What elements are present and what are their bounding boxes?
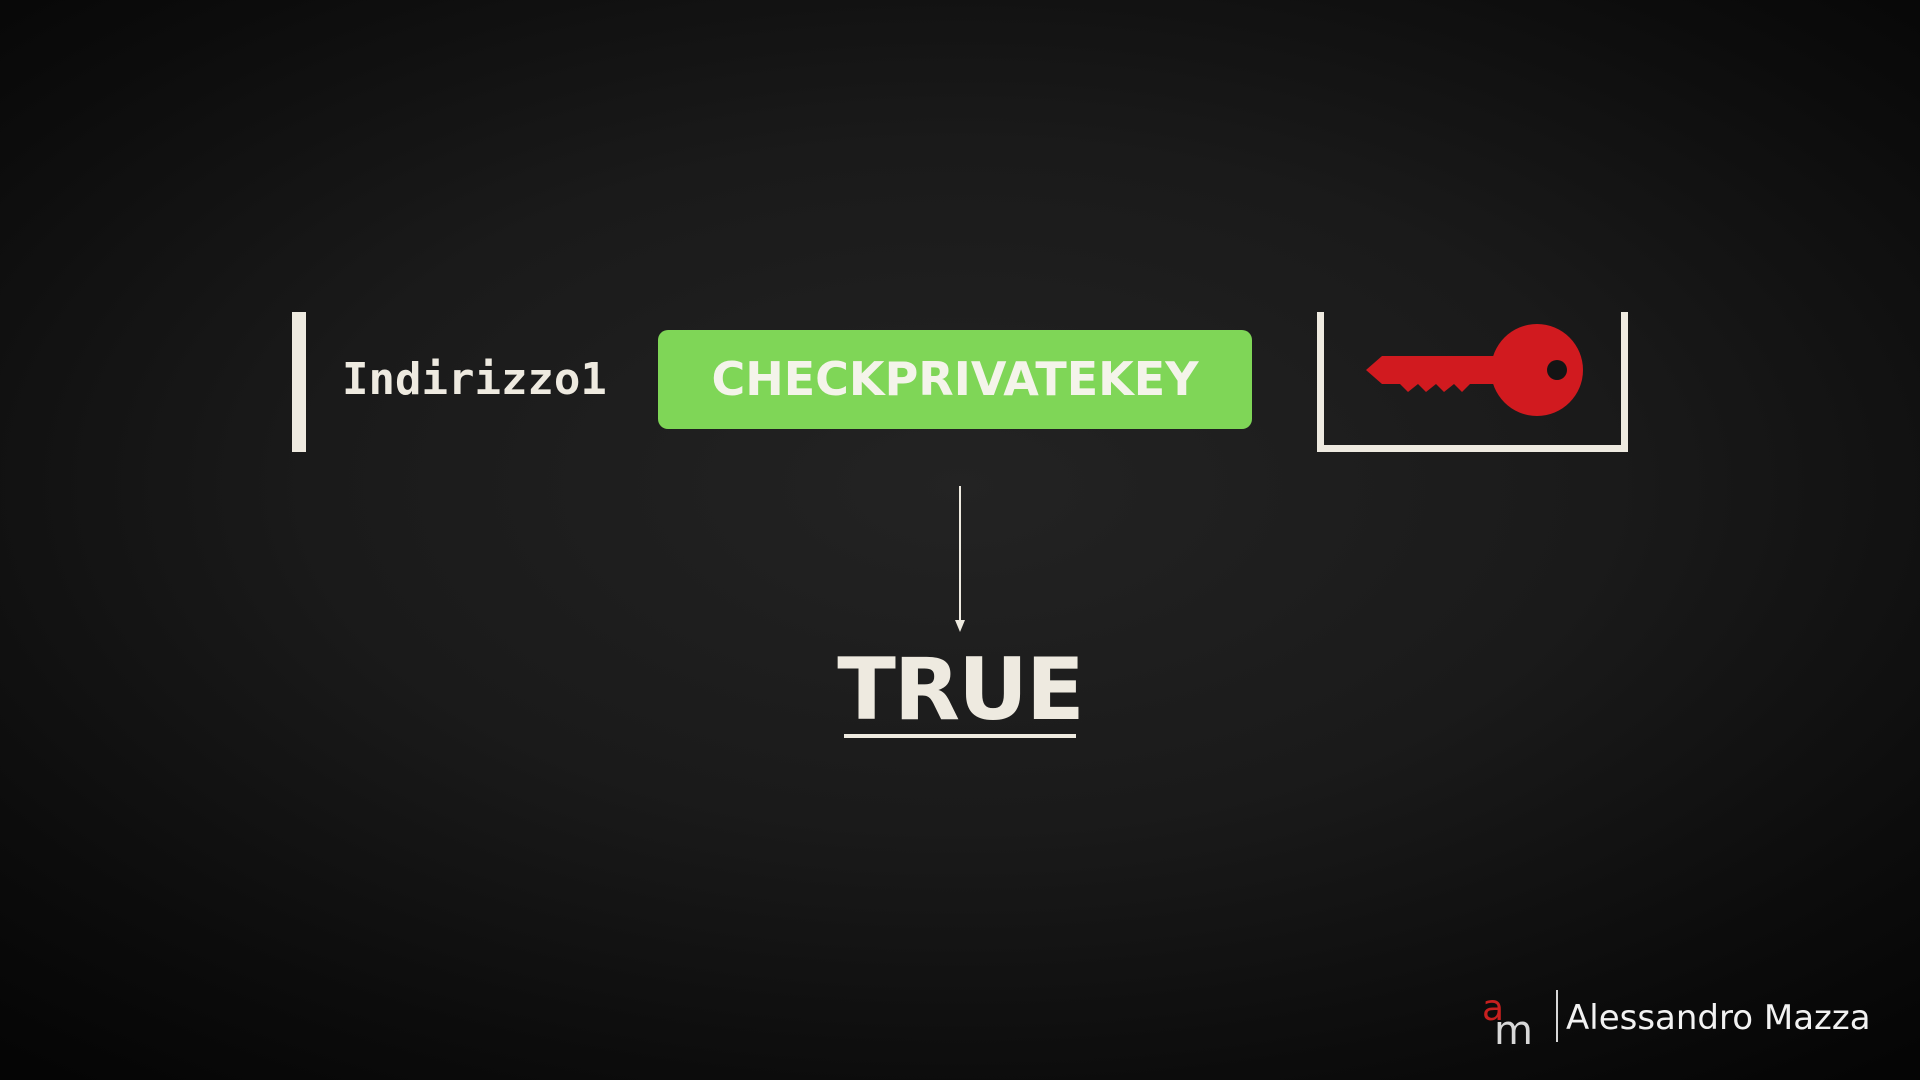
stack-container-left (292, 312, 306, 452)
arrow-down-icon (955, 486, 965, 632)
key-icon (1366, 324, 1583, 416)
author-name: Alessandro Mazza (1566, 998, 1871, 1038)
address-label: Indirizzo1 (342, 354, 607, 405)
opcode-box: CHECKPRIVATEKEY (658, 330, 1252, 429)
author-logo-icon: a m (1482, 990, 1533, 1050)
result-underline (844, 734, 1076, 738)
logo-divider (1556, 990, 1558, 1042)
result-label: TRUE (837, 640, 1084, 740)
svg-text:m: m (1494, 1008, 1533, 1050)
